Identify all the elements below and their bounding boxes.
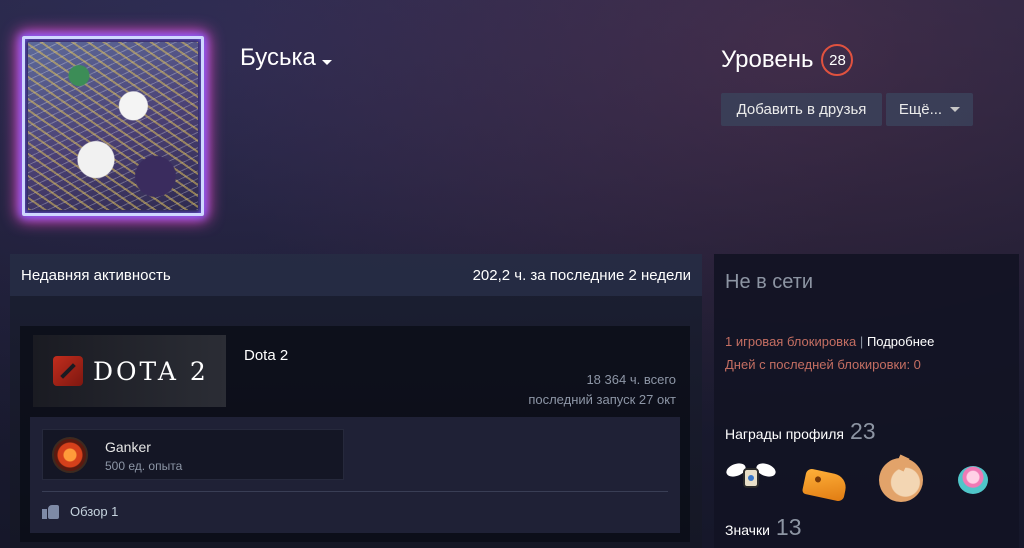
- ban-text: 1 игровая блокировка: [725, 334, 857, 349]
- badges-label: Значки: [725, 522, 770, 538]
- profile-sidebar: Не в сети 1 игровая блокировка | Подробн…: [714, 254, 1019, 548]
- game-details-box: Ganker 500 ед. опыта Обзор 1: [30, 417, 680, 533]
- ban-info: 1 игровая блокировка | Подробнее: [725, 334, 934, 349]
- game-activity-card: DOTA 2 Dota 2 18 364 ч. всего последний …: [20, 326, 690, 542]
- level-label: Уровень: [721, 46, 814, 73]
- game-total-hours: 18 364 ч. всего: [586, 372, 676, 387]
- reward-badge-orange-icon[interactable]: [801, 467, 849, 503]
- profile-rewards-link[interactable]: Награды профиля 23: [725, 418, 876, 445]
- thumbs-up-icon: [42, 503, 60, 519]
- achievement-item[interactable]: Ganker 500 ед. опыта: [42, 429, 344, 480]
- game-name-link[interactable]: Dota 2: [244, 347, 288, 364]
- level-badge[interactable]: 28: [821, 44, 854, 76]
- game-capsule[interactable]: DOTA 2: [33, 335, 226, 407]
- achievement-icon: [52, 437, 88, 473]
- achievement-xp: 500 ед. опыта: [105, 459, 183, 473]
- add-friend-button[interactable]: Добавить в друзья: [721, 93, 882, 126]
- profile-avatar[interactable]: [22, 36, 204, 216]
- game-logo-text: DOTA 2: [93, 356, 209, 386]
- caret-down-icon: [321, 59, 332, 65]
- persona-name: Буська: [240, 44, 316, 71]
- badges-count: 13: [775, 514, 802, 540]
- recent-activity-panel: Недавняя активность 202,2 ч. за последни…: [10, 254, 702, 548]
- game-stats: 18 364 ч. всего последний запуск 27 окт: [528, 370, 676, 410]
- badges-link[interactable]: Значки 13: [725, 514, 802, 541]
- dota-logo-icon: [53, 356, 83, 386]
- badge-core: [743, 468, 759, 488]
- persona-name-dropdown[interactable]: Буська: [240, 44, 332, 72]
- ban-details-link[interactable]: Подробнее: [867, 334, 934, 349]
- game-last-played: последний запуск 27 окт: [528, 392, 676, 407]
- reward-badge-winged-icon[interactable]: [724, 458, 778, 494]
- reward-badge-dragon-icon[interactable]: [879, 458, 923, 502]
- ban-days: Дней с последней блокировки: 0: [725, 357, 921, 372]
- online-status: Не в сети: [725, 271, 814, 293]
- review-label: Обзор 1: [70, 503, 119, 519]
- recent-activity-header: Недавняя активность 202,2 ч. за последни…: [10, 254, 702, 296]
- rewards-label: Награды профиля: [725, 426, 844, 442]
- recent-activity-hours: 202,2 ч. за последние 2 недели: [472, 266, 691, 284]
- more-label: Ещё...: [898, 101, 943, 118]
- profile-level: Уровень 28: [721, 44, 854, 76]
- ban-separator: |: [859, 334, 864, 349]
- recent-activity-title: Недавняя активность: [21, 266, 171, 284]
- achievement-title: Ganker: [105, 439, 151, 455]
- divider: [42, 491, 668, 492]
- more-button[interactable]: Ещё...: [886, 93, 973, 126]
- caret-down-icon: [950, 107, 961, 112]
- rewards-count: 23: [849, 418, 876, 444]
- avatar-image: [28, 42, 198, 210]
- review-link[interactable]: Обзор 1: [42, 503, 118, 519]
- reward-badge-brain-icon[interactable]: [958, 466, 988, 494]
